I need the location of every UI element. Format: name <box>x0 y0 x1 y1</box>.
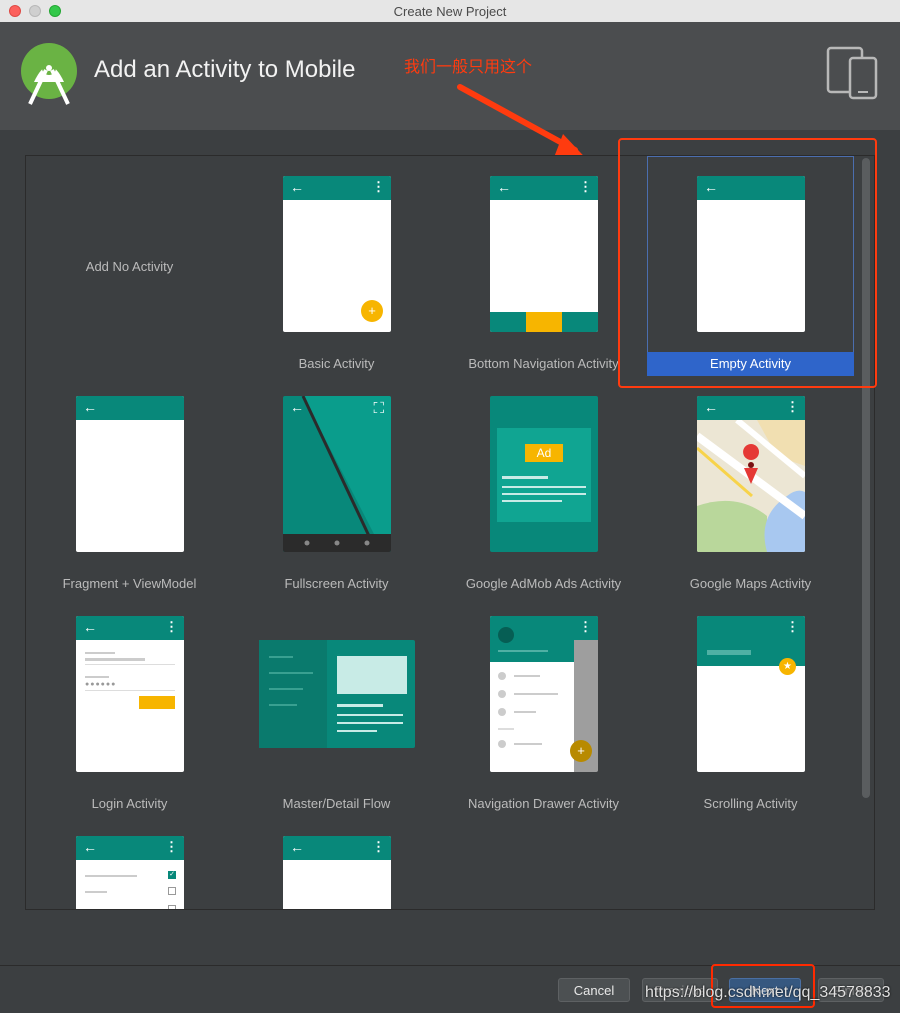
template-navigation-drawer-activity[interactable]: ⋮ + Navigation Drawer Activity <box>440 596 647 816</box>
window-title: Create New Project <box>393 4 507 19</box>
annotation-text: 我们一般只用这个 <box>404 59 533 76</box>
overflow-menu-icon: ⋮ <box>579 179 592 194</box>
window-titlebar: Create New Project <box>0 0 900 23</box>
template-label: Fragment + ViewModel <box>62 576 197 591</box>
back-arrow-icon: ← <box>83 619 97 635</box>
template-thumbnail: ← ⋮ ✓ <box>76 836 184 909</box>
template-label: Fullscreen Activity <box>284 576 389 591</box>
template-thumbnail: ⋮ ★ <box>697 616 805 772</box>
checkbox-checked-icon: ✓ <box>168 871 176 879</box>
overflow-menu-icon: ⋮ <box>165 619 178 634</box>
android-studio-logo-icon <box>21 43 77 105</box>
template-label: Login Activity <box>91 796 168 811</box>
template-thumbnail: ← ⋮ <box>283 836 391 909</box>
fab-plus-icon: + <box>361 300 383 322</box>
checkbox-icon <box>168 905 176 909</box>
fab-star-icon: ★ <box>779 658 796 675</box>
template-google-maps-activity[interactable]: ← ⋮ Google Maps Activity <box>647 376 854 596</box>
template-label: Google AdMob Ads Activity <box>465 576 622 591</box>
template-thumbnail: ← ⋮ <box>697 396 805 552</box>
devices-icon <box>826 46 878 100</box>
template-label: Master/Detail Flow <box>282 796 391 811</box>
overflow-menu-icon: ⋮ <box>165 839 178 854</box>
wizard-header: Add an Activity to Mobile 我们一般只用这个 <box>0 22 900 168</box>
template-thumbnail: ← ⛶ <box>283 396 391 552</box>
back-arrow-icon: ← <box>83 839 97 855</box>
template-add-no-activity[interactable]: Add No Activity <box>26 156 233 376</box>
template-label: Basic Activity <box>298 356 375 371</box>
back-arrow-icon: ← <box>83 399 97 415</box>
template-bottom-navigation-activity[interactable]: ← ⋮ Bottom Navigation Activity <box>440 156 647 376</box>
back-arrow-icon: ← <box>290 179 304 195</box>
template-master-detail-flow[interactable]: Master/Detail Flow <box>233 596 440 816</box>
back-arrow-icon: ← <box>290 839 304 855</box>
ad-badge: Ad <box>525 444 563 462</box>
template-thumbnail <box>259 640 415 748</box>
template-thumbnail: ← <box>76 396 184 552</box>
overflow-menu-icon: ⋮ <box>786 619 799 634</box>
template-thumbnail: Ad <box>490 396 598 552</box>
template-scrolling-activity[interactable]: ⋮ ★ Scrolling Activity <box>647 596 854 816</box>
template-label: Google Maps Activity <box>689 576 812 591</box>
back-arrow-icon: ← <box>497 179 511 195</box>
annotation-highlight-empty-activity <box>618 138 877 388</box>
cancel-button[interactable]: Cancel <box>558 978 630 1002</box>
template-login-activity[interactable]: ← ⋮ ●●●●●● Login Activity <box>26 596 233 816</box>
fullscreen-icon: ⛶ <box>373 400 384 417</box>
template-thumbnail: ← ⋮ <box>490 176 598 332</box>
template-basic-activity[interactable]: ← ⋮ + Basic Activity <box>233 156 440 376</box>
back-arrow-icon: ← <box>704 399 718 415</box>
template-tabbed-activity[interactable]: ← ⋮ <box>233 816 440 909</box>
back-arrow-icon: ← <box>290 399 304 415</box>
overflow-menu-icon: ⋮ <box>786 399 799 414</box>
template-thumbnail: ← ⋮ ●●●●●● <box>76 616 184 772</box>
template-thumbnail: ← ⋮ + <box>283 176 391 332</box>
template-fullscreen-activity[interactable]: ← ⛶ Fullscreen Activity <box>233 376 440 596</box>
template-google-admob-ads-activity[interactable]: Ad Google AdMob Ads Activity <box>440 376 647 596</box>
overflow-menu-icon: ⋮ <box>579 619 592 634</box>
template-fragment-viewmodel[interactable]: ← Fragment + ViewModel <box>26 376 233 596</box>
template-label: Add No Activity <box>85 259 174 274</box>
template-label: Scrolling Activity <box>703 796 798 811</box>
overflow-menu-icon: ⋮ <box>372 839 385 854</box>
watermark-text: https://blog.csdn.net/qq_34578833 <box>645 984 891 1001</box>
template-label: Bottom Navigation Activity <box>468 356 619 371</box>
checkbox-icon <box>168 887 176 895</box>
overflow-menu-icon: ⋮ <box>372 179 385 194</box>
template-settings-activity[interactable]: ← ⋮ ✓ <box>26 816 233 909</box>
fab-plus-icon: + <box>570 740 592 762</box>
page-title: Add an Activity to Mobile <box>94 56 356 83</box>
template-label: Navigation Drawer Activity <box>468 796 619 811</box>
template-thumbnail: ⋮ + <box>490 616 598 772</box>
